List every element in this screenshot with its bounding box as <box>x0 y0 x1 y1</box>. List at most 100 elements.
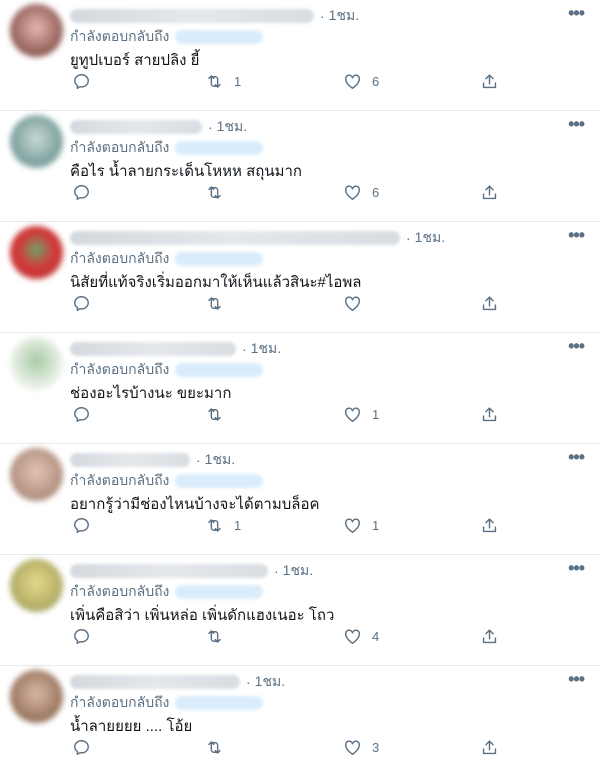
reply-icon <box>74 518 89 534</box>
heart-icon <box>345 296 360 311</box>
more-icon[interactable]: ••• <box>568 3 585 24</box>
separator-dot: · <box>320 8 325 24</box>
replying-to-label: กำลังตอบกลับถึง <box>70 472 170 488</box>
reply-item[interactable]: · 1ชม. ••• กำลังตอบกลับถึง อยากรู้ว่ามีช… <box>0 444 600 555</box>
timestamp[interactable]: 1ชม. <box>283 560 313 582</box>
share-icon <box>482 296 497 311</box>
retweet-button[interactable] <box>205 294 234 313</box>
share-icon <box>482 407 497 422</box>
more-icon[interactable]: ••• <box>568 447 585 468</box>
author-name-redacted[interactable] <box>70 342 236 356</box>
author-name-redacted[interactable] <box>70 453 190 467</box>
reply-header: · 1ชม. <box>70 561 313 581</box>
like-button[interactable]: 6 <box>343 72 379 91</box>
like-count: 1 <box>372 518 380 533</box>
avatar[interactable] <box>10 337 63 390</box>
mention-redacted[interactable] <box>175 363 264 377</box>
reply-text: น้ำลายยยย .... โอ้ย <box>70 718 193 735</box>
replying-to: กำลังตอบกลับถึง <box>70 359 264 381</box>
mention-redacted[interactable] <box>175 141 264 155</box>
share-button[interactable] <box>480 516 499 535</box>
reply-item[interactable]: · 1ชม. ••• กำลังตอบกลับถึง ยูทูปเบอร์ สา… <box>0 0 600 111</box>
replying-to: กำลังตอบกลับถึง <box>70 581 264 603</box>
heart-icon <box>345 740 360 755</box>
like-button[interactable]: 4 <box>343 627 379 646</box>
more-icon[interactable]: ••• <box>568 225 585 246</box>
share-button[interactable] <box>480 183 499 202</box>
avatar[interactable] <box>10 448 63 501</box>
separator-dot: · <box>208 119 213 135</box>
more-icon[interactable]: ••• <box>568 114 585 135</box>
more-icon[interactable]: ••• <box>568 558 585 579</box>
author-name-redacted[interactable] <box>70 231 400 245</box>
share-button[interactable] <box>480 405 499 424</box>
more-icon[interactable]: ••• <box>568 669 585 690</box>
retweet-button[interactable]: 1 <box>205 516 241 535</box>
separator-dot: · <box>274 563 279 579</box>
reply-item[interactable]: · 1ชม. ••• กำลังตอบกลับถึง นิสัยที่แท้จร… <box>0 222 600 333</box>
like-count: 4 <box>372 629 380 644</box>
avatar[interactable] <box>10 4 63 57</box>
timestamp[interactable]: 1ชม. <box>255 671 285 693</box>
reply-item[interactable]: · 1ชม. ••• กำลังตอบกลับถึง คือไร น้ำลายก… <box>0 111 600 222</box>
mention-redacted[interactable] <box>175 696 264 710</box>
avatar[interactable] <box>10 226 63 279</box>
reply-header: · 1ชม. <box>70 6 359 26</box>
reply-button[interactable] <box>72 72 91 91</box>
reply-button[interactable] <box>72 405 91 424</box>
like-button[interactable]: 3 <box>343 738 379 757</box>
author-name-redacted[interactable] <box>70 120 202 134</box>
replying-to: กำลังตอบกลับถึง <box>70 692 264 714</box>
retweet-icon <box>208 297 221 310</box>
like-button[interactable]: 1 <box>343 405 379 424</box>
retweet-button[interactable] <box>205 627 234 646</box>
reply-text: นิสัยที่แท้จริงเริ่มออกมาให้เห็นแล้วสินะ… <box>70 274 362 291</box>
reply-button[interactable] <box>72 516 91 535</box>
avatar[interactable] <box>10 559 63 612</box>
retweet-button[interactable] <box>205 738 234 757</box>
separator-dot: · <box>246 674 251 690</box>
reply-item[interactable]: · 1ชม. ••• กำลังตอบกลับถึง เพิ่นคือสิว่า… <box>0 555 600 666</box>
action-bar: 3 <box>70 738 500 762</box>
author-name-redacted[interactable] <box>70 675 240 689</box>
reply-button[interactable] <box>72 738 91 757</box>
reply-text: อยากรู้ว่ามีช่องไหนบ้างจะได้ตามบล็อค <box>70 496 320 513</box>
like-button[interactable]: 6 <box>343 183 379 202</box>
retweet-button[interactable] <box>205 183 234 202</box>
retweet-button[interactable] <box>205 405 234 424</box>
like-button[interactable] <box>343 294 372 313</box>
reply-item[interactable]: · 1ชม. ••• กำลังตอบกลับถึง ช่องอะไรบ้างน… <box>0 333 600 444</box>
retweet-count: 1 <box>234 518 242 533</box>
timestamp[interactable]: 1ชม. <box>415 227 445 249</box>
mention-redacted[interactable] <box>175 585 264 599</box>
timestamp[interactable]: 1ชม. <box>217 116 247 138</box>
separator-dot: · <box>242 341 247 357</box>
reply-button[interactable] <box>72 294 91 313</box>
reply-button[interactable] <box>72 627 91 646</box>
share-button[interactable] <box>480 294 499 313</box>
retweet-icon <box>208 408 221 421</box>
reply-text: เพิ่นคือสิว่า เพิ่นหล่อ เพิ่นดักแฮงเนอะ … <box>70 607 335 624</box>
timestamp[interactable]: 1ชม. <box>329 5 359 27</box>
mention-redacted[interactable] <box>175 252 264 266</box>
more-icon[interactable]: ••• <box>568 336 585 357</box>
reply-button[interactable] <box>72 183 91 202</box>
reply-text: คือไร น้ำลายกระเด็นโหหห สถุนมาก <box>70 163 302 180</box>
avatar[interactable] <box>10 670 63 723</box>
author-name-redacted[interactable] <box>70 564 268 578</box>
share-button[interactable] <box>480 627 499 646</box>
mention-redacted[interactable] <box>175 30 264 44</box>
reply-item[interactable]: · 1ชม. ••• กำลังตอบกลับถึง น้ำลายยยย ...… <box>0 666 600 777</box>
share-button[interactable] <box>480 738 499 757</box>
reply-text: ยูทูปเบอร์ สายปลิง ยี้ <box>70 52 200 69</box>
retweet-icon <box>208 75 221 88</box>
like-button[interactable]: 1 <box>343 516 379 535</box>
author-name-redacted[interactable] <box>70 9 314 23</box>
share-button[interactable] <box>480 72 499 91</box>
reply-header: · 1ชม. <box>70 339 281 359</box>
timestamp[interactable]: 1ชม. <box>205 449 235 471</box>
mention-redacted[interactable] <box>175 474 264 488</box>
timestamp[interactable]: 1ชม. <box>251 338 281 360</box>
retweet-button[interactable]: 1 <box>205 72 241 91</box>
avatar[interactable] <box>10 115 63 168</box>
